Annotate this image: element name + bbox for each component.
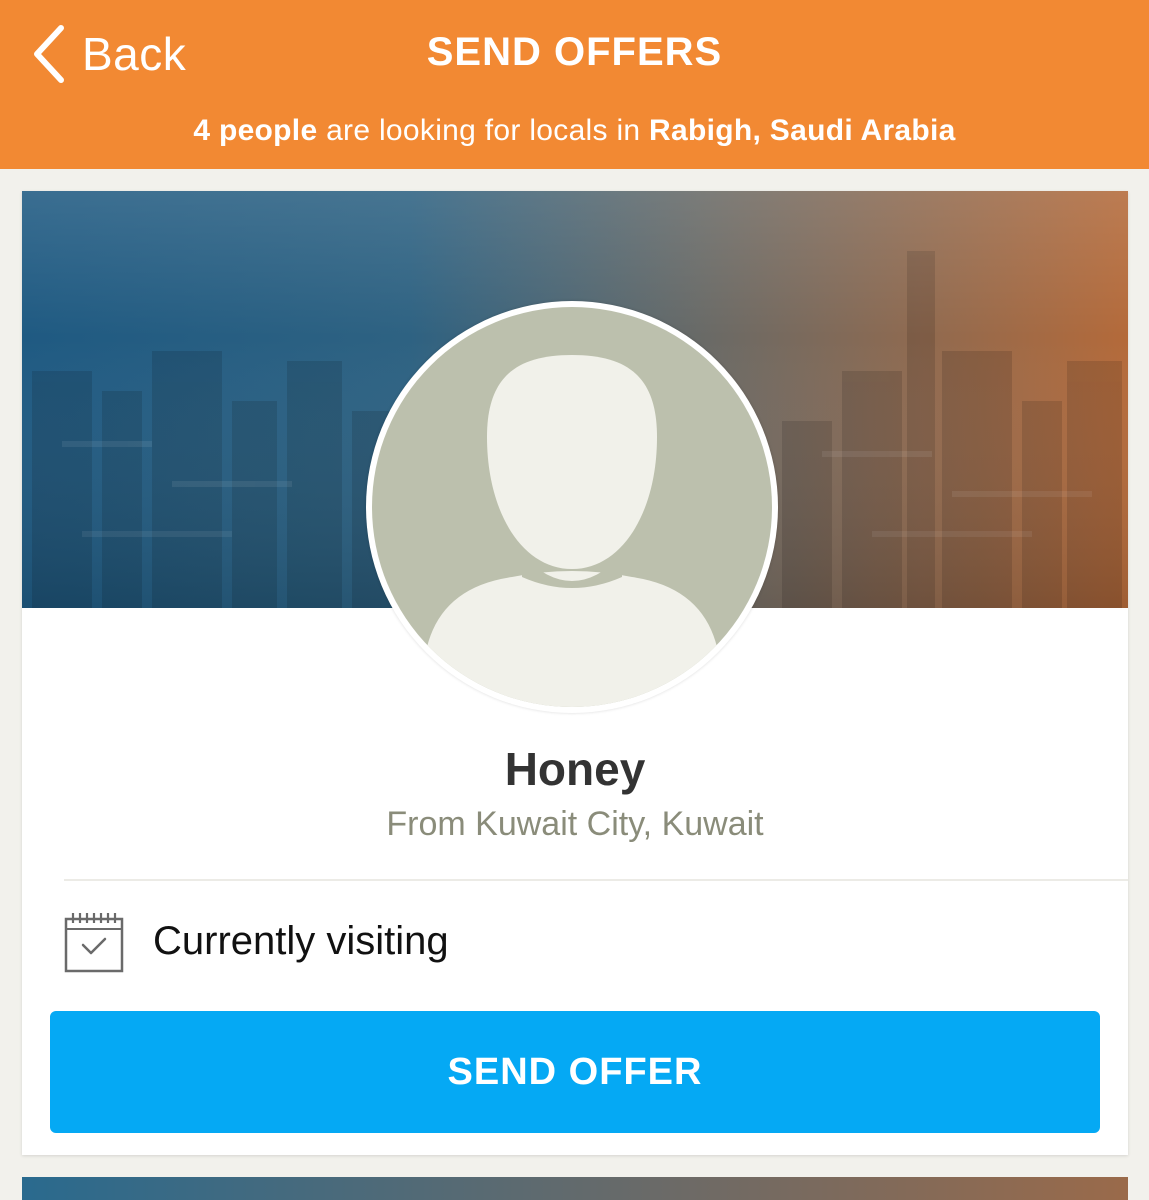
send-offer-button[interactable]: SEND OFFER: [50, 1011, 1100, 1133]
profile-hometown: From Kuwait City, Kuwait: [386, 805, 764, 843]
status-label: Currently visiting: [153, 919, 449, 963]
profile-name: Honey: [504, 743, 646, 795]
location-name: Rabigh, Saudi Arabia: [649, 114, 956, 147]
profile-card: Honey From Kuwait City, Kuwait Currently…: [22, 191, 1128, 1155]
status-row: Currently visiting: [22, 891, 1128, 1001]
default-avatar-icon: [372, 307, 772, 707]
divider: [64, 879, 1128, 881]
subtitle-text: are looking for locals in: [317, 114, 650, 147]
calendar-check-icon: [64, 913, 124, 973]
profile-avatar: [366, 301, 778, 713]
next-profile-card-cover[interactable]: [22, 1177, 1128, 1200]
page-title: SEND OFFERS: [426, 30, 723, 74]
top-bar: Back SEND OFFERS 4 people are looking fo…: [0, 0, 1149, 169]
people-count: 4 people: [193, 114, 318, 147]
header-subtitle: 4 people are looking for locals in Rabig…: [0, 114, 1149, 148]
